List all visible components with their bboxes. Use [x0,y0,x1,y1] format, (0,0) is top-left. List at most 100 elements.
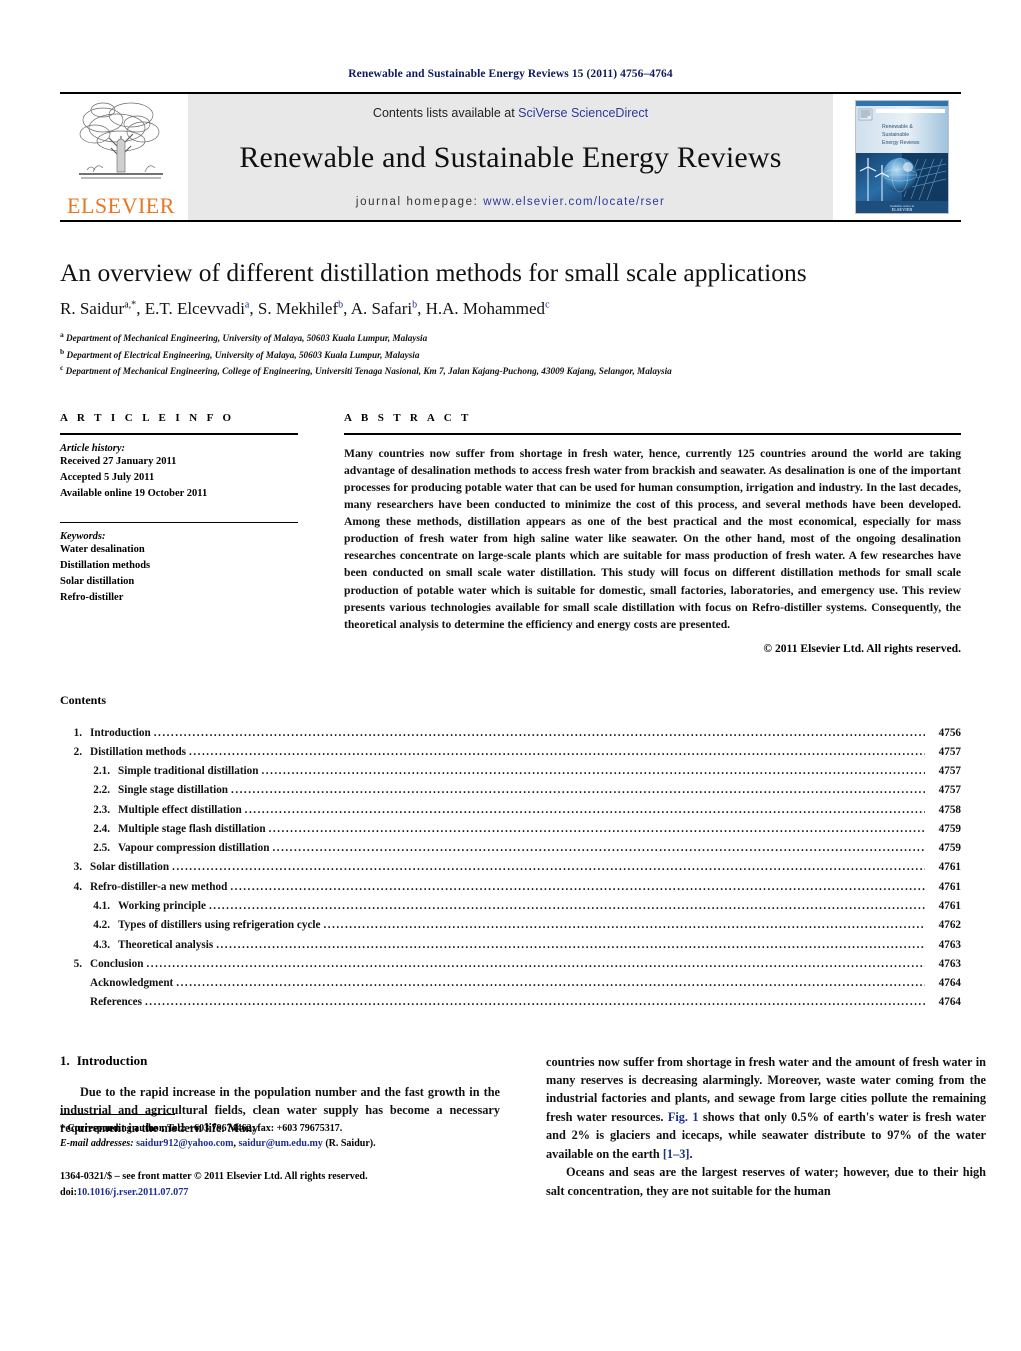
author-name: E.T. Elcevvadi [144,299,245,319]
author-list: R. Saidura,*, E.T. Elcevvadia, S. Mekhil… [60,299,550,319]
sciencedirect-link[interactable]: SciVerse ScienceDirect [518,106,648,120]
email-link-secondary[interactable]: saidur@um.edu.my [238,1138,322,1149]
toc-entry-page: 4761 [938,861,961,874]
keyword-item: Refro-distiller [60,591,124,603]
toc-entry-label: Multiple stage flash distillation [118,822,266,835]
journal-homepage-link[interactable]: www.elsevier.com/locate/rser [483,196,665,208]
affiliation-list: a Department of Mechanical Engineering, … [60,329,961,378]
toc-dot-leader: ........................................… [323,919,925,932]
toc-entry-number: 4.3. [93,938,110,951]
journal-cover-thumbnail[interactable]: Renewable & Sustainable Energy Reviews A… [843,94,961,220]
toc-entry-page: 4757 [938,765,961,778]
toc-entry[interactable]: 2.3. Multiple effect distillation........… [60,801,961,820]
reference-1-3-link[interactable]: [1–3] [663,1147,690,1161]
journal-masthead: ELSEVIER Contents lists available at Sci… [60,92,961,220]
toc-entry[interactable]: Acknowledgment..........................… [60,974,961,993]
affiliation-item: a Department of Mechanical Engineering, … [60,329,961,345]
toc-entry[interactable]: 2.2. Single stage distillation...........… [60,781,961,800]
svg-text:Renewable &: Renewable & [882,124,913,130]
toc-dot-leader: ........................................… [261,765,925,778]
toc-dot-leader: ........................................… [146,957,925,970]
abstract-copyright: © 2011 Elsevier Ltd. All rights reserved… [763,641,961,655]
toc-entry[interactable]: 1. Introduction..........................… [60,724,961,743]
toc-entry[interactable]: 3. Solar distillation....................… [60,858,961,877]
page-title: An overview of different distillation me… [60,258,807,287]
toc-entry-page: 4763 [938,957,961,970]
email-note: E-mail addresses: saidur912@yahoo.com, s… [60,1137,500,1152]
author-marks: a,* [124,299,137,311]
article-info-heading: A R T I C L E I N F O [60,412,235,425]
toc-entry[interactable]: 2.4. Multiple stage flash distillation...… [60,820,961,839]
affiliation-mark: a [60,330,64,340]
affiliation-mark: b [60,346,65,356]
author-marks: c [545,299,550,311]
toc-entry-number: 2. [73,745,82,758]
email-suffix: (R. Saidur). [322,1137,376,1149]
toc-entry-number: 2.1. [93,765,110,778]
imprint-block: 1364-0321/$ – see front matter © 2011 El… [60,1169,500,1200]
toc-dot-leader: ........................................… [231,784,925,797]
email-link-primary[interactable]: saidur912@yahoo.com [136,1138,233,1149]
article-info-panel: A R T I C L E I N F O Article history: R… [60,412,298,654]
affiliation-item: b Department of Electrical Engineering, … [60,346,961,362]
toc-entry[interactable]: 4. Refro-distiller-a new method..........… [60,878,961,897]
journal-cover-image: Renewable & Sustainable Energy Reviews A… [855,100,949,214]
contents-lists-prefix: Contents lists available at [372,106,519,120]
toc-entry-label: Types of distillers using refrigeration … [118,919,321,932]
toc-entry-label: Conclusion [90,957,144,970]
keyword-item: Solar distillation [60,576,135,588]
toc-entry-number: 2.5. [93,842,110,855]
toc-entry[interactable]: 4.1. Working principle...................… [60,897,961,916]
author-name: S. Mekhilef [257,299,339,319]
contents-section: Contents 1. Introduction.................… [60,693,961,1013]
abstract-heading: A B S T R A C T [344,412,472,425]
article-history: Article history: Received 27 January 201… [60,443,298,502]
toc-dot-leader: ........................................… [216,938,925,951]
author-marks: a [244,299,250,311]
toc-entry[interactable]: 4.2. Types of distillers using refrigerat… [60,916,961,935]
toc-entry-number: 2.4. [93,822,110,835]
corresponding-author-note: * Corresponding author. Tel.: +603 79674… [60,1122,343,1134]
toc-dot-leader: ........................................… [172,861,925,874]
figure-1-link[interactable]: Fig. 1 [668,1110,699,1124]
toc-entry-label: Acknowledgment [90,977,174,990]
toc-entry-number: 2.2. [93,784,110,797]
toc-entry[interactable]: 2.1. Simple traditional distillation.....… [60,762,961,781]
article-history-label: Article history: [60,443,126,455]
toc-entry[interactable]: 2.5. Vapour compression distillation.....… [60,839,961,858]
author-name: A. Safari [350,299,413,319]
toc-dot-leader: ........................................… [176,977,925,990]
toc-dot-leader: ........................................… [244,803,925,816]
keywords-rule [60,522,298,524]
toc-entry-page: 4762 [938,919,961,932]
doi-link[interactable]: 10.1016/j.rser.2011.07.077 [77,1187,188,1198]
toc-entry-number: 4. [73,880,82,893]
issn-copyright-line: 1364-0321/$ – see front matter © 2011 El… [60,1171,368,1183]
toc-entry-label: Working principle [118,899,206,912]
affiliation-item: c Department of Mechanical Engineering, … [60,362,961,378]
toc-entry-page: 4761 [938,880,961,893]
toc-dot-leader: ........................................… [230,880,925,893]
history-item: Received 27 January 2011 [60,456,177,468]
toc-entry-label: Simple traditional distillation [118,765,259,778]
author-entry: E.T. Elcevvadia [145,299,250,318]
contents-heading: Contents [60,692,107,707]
toc-entry-number: 1. [73,726,82,739]
toc-entry[interactable]: 2. Distillation methods..................… [60,743,961,762]
affiliation-text: Department of Electrical Engineering, Un… [66,349,420,360]
history-item: Available online 19 October 2011 [60,488,208,500]
toc-entry[interactable]: 5. Conclusion............................… [60,955,961,974]
table-of-contents: 1. Introduction..........................… [60,724,961,1013]
toc-entry[interactable]: References..............................… [60,993,961,1012]
toc-entry-label: References [90,996,142,1009]
contents-lists-line: Contents lists available at SciVerse Sci… [373,106,648,120]
toc-entry-number: 4.2. [93,919,110,932]
toc-dot-leader: ........................................… [153,726,925,739]
doi-line: doi:10.1016/j.rser.2011.07.077 [60,1185,500,1200]
toc-entry[interactable]: 4.3. Theoretical analysis................… [60,936,961,955]
toc-entry-label: Single stage distillation [118,784,229,797]
toc-dot-leader: ........................................… [272,842,925,855]
toc-entry-page: 4761 [938,899,961,912]
elsevier-tree-icon [79,102,163,179]
toc-entry-number: 4.1. [93,899,110,912]
